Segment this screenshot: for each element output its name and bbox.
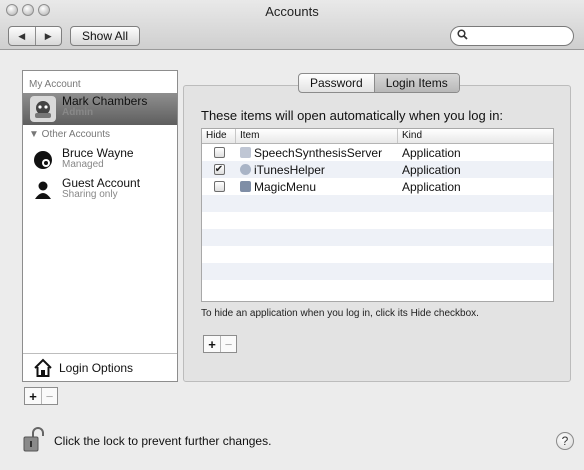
account-add-remove: + − xyxy=(24,387,58,405)
login-item-add-remove: + − xyxy=(203,335,237,353)
tab-password[interactable]: Password xyxy=(299,74,374,92)
remove-account-button[interactable]: − xyxy=(41,388,57,404)
hide-checkbox[interactable] xyxy=(213,181,225,192)
window-title: Accounts xyxy=(265,4,319,19)
table-row-empty xyxy=(202,195,553,212)
table-row[interactable]: MagicMenu Application xyxy=(202,178,553,195)
table-body: SpeechSynthesisServer Application ✔ iTun… xyxy=(202,144,553,297)
other-accounts-header: ▼ Other Accounts xyxy=(29,129,111,140)
account-name: Mark Chambers xyxy=(62,94,148,108)
show-all-button[interactable]: Show All xyxy=(70,26,140,46)
tab-bar: Password Login Items xyxy=(298,73,460,93)
table-row-empty xyxy=(202,280,553,297)
account-name: Bruce Wayne xyxy=(62,146,134,160)
login-items-table: Hide Item Kind SpeechSynthesisServer App… xyxy=(201,128,554,302)
table-header: Hide Item Kind xyxy=(202,129,553,144)
table-row-empty xyxy=(202,263,553,280)
column-header-item[interactable]: Item xyxy=(236,129,398,143)
account-name: Guest Account xyxy=(62,176,141,190)
app-icon xyxy=(240,181,251,192)
forward-arrow-icon: ▶ xyxy=(44,30,52,41)
add-login-item-button[interactable]: + xyxy=(204,336,220,352)
item-kind: Application xyxy=(402,145,461,160)
account-row-guest[interactable]: Guest Account Sharing only xyxy=(23,175,177,205)
titlebar: Accounts ◀ ▶ Show All xyxy=(0,0,584,50)
account-row-bruce-wayne[interactable]: Bruce Wayne Managed xyxy=(23,145,177,175)
item-kind: Application xyxy=(402,162,461,177)
table-row[interactable]: SpeechSynthesisServer Application xyxy=(202,144,553,161)
search-field[interactable] xyxy=(450,26,574,46)
add-account-button[interactable]: + xyxy=(25,388,41,404)
my-account-header: My Account xyxy=(29,79,81,90)
account-role: Admin xyxy=(62,107,94,118)
table-row[interactable]: ✔ iTunesHelper Application xyxy=(202,161,553,178)
checkmark-icon: ✔ xyxy=(214,163,224,175)
user-avatar-icon xyxy=(30,96,56,122)
back-forward-control: ◀ ▶ xyxy=(8,26,62,46)
login-options-label: Login Options xyxy=(59,361,134,375)
hide-hint-text: To hide an application when you log in, … xyxy=(201,308,479,319)
login-options-item[interactable]: Login Options xyxy=(23,353,177,381)
hide-checkbox[interactable]: ✔ xyxy=(213,163,225,175)
lock-status-text: Click the lock to prevent further change… xyxy=(54,434,272,448)
table-row-empty xyxy=(202,246,553,263)
help-button[interactable]: ? xyxy=(556,432,574,450)
table-row-empty xyxy=(202,212,553,229)
user-silhouette-icon xyxy=(30,177,56,203)
column-header-kind[interactable]: Kind xyxy=(398,129,553,143)
house-icon xyxy=(33,358,53,381)
app-icon xyxy=(240,147,251,158)
account-row-mark-chambers[interactable]: Mark Chambers Admin xyxy=(23,93,177,125)
item-name: MagicMenu xyxy=(254,179,317,194)
column-header-hide[interactable]: Hide xyxy=(202,129,236,143)
login-items-heading: These items will open automatically when… xyxy=(201,108,504,123)
accounts-list: My Account Mark Chambers Admin ▼ Other A… xyxy=(22,70,178,382)
table-row-empty xyxy=(202,229,553,246)
search-icon xyxy=(457,29,468,43)
account-role: Sharing only xyxy=(62,189,118,200)
item-name: iTunesHelper xyxy=(254,162,325,177)
hide-checkbox[interactable] xyxy=(213,147,225,158)
forward-button[interactable]: ▶ xyxy=(36,27,62,45)
item-kind: Application xyxy=(402,179,461,194)
back-button[interactable]: ◀ xyxy=(9,27,36,45)
user-managed-icon xyxy=(30,147,56,173)
accounts-window: Accounts ◀ ▶ Show All My Account Mark Ch… xyxy=(0,0,584,470)
tab-login-items[interactable]: Login Items xyxy=(373,74,459,92)
account-role: Managed xyxy=(62,159,104,170)
back-arrow-icon: ◀ xyxy=(18,30,26,41)
item-name: SpeechSynthesisServer xyxy=(254,145,383,160)
remove-login-item-button[interactable]: − xyxy=(220,336,236,352)
app-icon xyxy=(240,164,251,175)
lock-icon[interactable] xyxy=(22,427,46,456)
